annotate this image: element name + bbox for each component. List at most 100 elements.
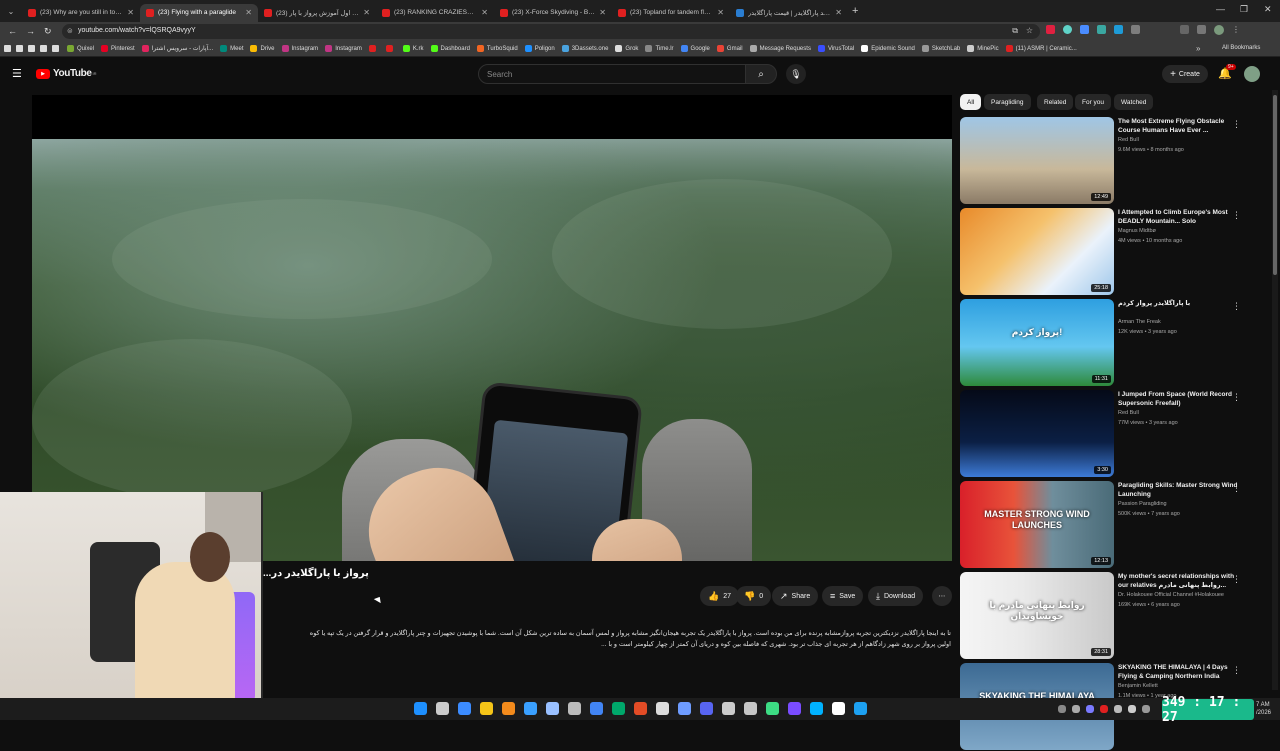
more-options-icon[interactable]: ⋮ [1232,665,1241,676]
dislike-button[interactable]: 👎 0 [736,586,772,606]
bookmark-item[interactable]: Quixel [67,45,94,52]
taskbar-app-icon[interactable] [810,702,823,715]
browser-tab[interactable]: (23) Why are you still in touch ✕ [22,4,140,22]
recommended-title[interactable]: I Jumped From Space (World Record Supers… [1118,390,1246,408]
bookmark-item[interactable]: K.rk [402,45,424,52]
video-thumbnail[interactable]: 3:30 [960,390,1114,477]
extension-icon[interactable] [1080,25,1089,34]
tray-icon[interactable] [1114,705,1122,713]
recommended-video[interactable]: روابط پنهانی مادرم با خویشاوندان 28:31 My … [960,572,1260,660]
minimize-icon[interactable]: — [1216,4,1225,14]
taskbar-app-icon[interactable] [634,702,647,715]
browser-tab[interactable]: (23) Topland for tandem fly #p ✕ [612,4,730,22]
back-icon[interactable]: ← [8,26,17,36]
create-button[interactable]: + Create [1162,65,1208,83]
recommended-title[interactable]: SKYAKING THE HIMALAYA | 4 Days Flying & … [1118,663,1246,681]
bookmark-item[interactable]: Message Requests [749,45,811,52]
bookmark-item[interactable]: Pinterest [101,45,135,52]
profile-avatar[interactable] [1214,25,1224,35]
more-actions-button[interactable]: ⋯ [932,586,952,606]
tab-search-icon[interactable]: ⌄ [0,2,22,20]
downloads-icon[interactable] [1180,25,1189,34]
browser-tab[interactable]: (23) جلسه اول آموزش پرواز با پار ✕ [258,4,376,22]
browser-tab[interactable]: (23) Flying with a paraglide ✕ [140,3,258,22]
recommended-title[interactable]: My mother's secret relationships with ou… [1118,572,1246,590]
bookmark-item[interactable] [385,45,396,52]
like-button[interactable]: 👍 27 [700,586,740,606]
bookmark-item[interactable]: (11) ASMR | Ceramic... [1005,45,1077,52]
filter-chip[interactable]: Paragliding [984,94,1031,110]
bookmark-item[interactable]: Grok [615,45,638,52]
video-description[interactable]: تا به اینجا پاراگلایدر نزدیکترین تجربه پ… [263,628,951,668]
app-icon[interactable] [40,45,47,52]
sidebar-icon[interactable] [1197,25,1206,34]
close-window-icon[interactable]: ✕ [1264,4,1272,15]
bookmark-item[interactable]: Meet [220,45,243,52]
tray-icon[interactable] [1128,705,1136,713]
taskbar-app-icon[interactable] [722,702,735,715]
app-icon[interactable] [52,45,59,52]
tab-close-icon[interactable]: ✕ [481,8,488,17]
site-info-icon[interactable]: ⊜ [67,27,73,35]
recommended-title[interactable]: I Attempted to Climb Europe's Most DEADL… [1118,208,1246,226]
channel-name[interactable]: Dr. Holakouee Official Channel #Holakoue… [1118,592,1246,598]
video-thumbnail[interactable]: پرواز کردم! 11:31 [960,299,1114,386]
channel-name[interactable]: Arman The Freak [1118,319,1246,325]
extension-icon[interactable] [1114,25,1123,34]
tab-close-icon[interactable]: ✕ [835,8,842,17]
bookmark-item[interactable]: TurboSquid [476,45,518,52]
voice-search-button[interactable]: 🎙 [786,64,806,84]
bookmark-item[interactable]: Time.lr [645,45,674,52]
bookmark-item[interactable]: Drive [250,45,275,52]
extension-icon[interactable] [1046,25,1055,34]
extension-icon[interactable] [1063,25,1072,34]
taskbar-app-icon[interactable] [546,702,559,715]
bookmark-star-icon[interactable]: ☆ [1026,26,1033,35]
tab-close-icon[interactable]: ✕ [363,8,370,17]
app-icon[interactable] [4,45,11,52]
taskbar-app-icon[interactable] [480,702,493,715]
save-button[interactable]: ≡ Save [822,586,864,606]
download-button[interactable]: ⤓ Download [868,586,924,606]
app-icon[interactable] [16,45,23,52]
recommended-video[interactable]: MASTER STRONG WIND LAUNCHES 12:13 Paraglid… [960,481,1260,569]
taskbar-app-icon[interactable] [854,702,867,715]
tray-icon[interactable] [1142,705,1150,713]
channel-name[interactable]: Red Bull [1118,410,1246,416]
bookmark-item[interactable]: Dashboard [430,45,470,52]
bookmark-item[interactable]: Poligon [524,45,555,52]
video-thumbnail[interactable]: 25:18 [960,208,1114,295]
bookmark-item[interactable]: Instagram [281,45,318,52]
taskbar-app-icon[interactable] [568,702,581,715]
forward-icon[interactable]: → [26,26,35,36]
recommended-video[interactable]: پرواز کردم! 11:31 با پاراگلایدر پرواز کردم… [960,299,1260,387]
taskbar-app-icon[interactable] [524,702,537,715]
tray-icon[interactable] [1072,705,1080,713]
more-options-icon[interactable]: ⋮ [1232,301,1241,312]
reload-icon[interactable]: ↻ [44,26,52,37]
recommended-title[interactable]: با پاراگلایدر پرواز کردم [1118,299,1246,308]
taskbar-app-icon[interactable] [700,702,713,715]
bookmark-item[interactable] [368,45,379,52]
bookmark-item[interactable]: Instagram [325,45,362,52]
taskbar-app-icon[interactable] [656,702,669,715]
bookmark-item[interactable]: SketchLab [921,45,960,52]
video-thumbnail[interactable]: روابط پنهانی مادرم با خویشاوندان 28:31 [960,572,1114,659]
more-options-icon[interactable]: ⋮ [1232,574,1241,585]
bookmark-item[interactable]: VirusTotal [817,45,854,52]
more-options-icon[interactable]: ⋮ [1232,119,1241,130]
bookmark-item[interactable]: Epidemic Sound [861,45,915,52]
cast-icon[interactable]: ⧉ [1012,26,1018,36]
channel-name[interactable]: Red Bull [1118,137,1246,143]
menu-kebab-icon[interactable]: ⋮ [1232,25,1240,35]
tray-icon[interactable] [1086,705,1094,713]
more-bookmarks-icon[interactable]: » [1196,44,1200,53]
channel-name[interactable]: Benjamin Kellett [1118,683,1246,689]
taskbar-app-icon[interactable] [436,702,449,715]
search-input[interactable]: Search [478,64,746,84]
channel-name[interactable]: Magnus Midtbø [1118,228,1246,234]
search-button[interactable]: ⌕ [745,64,777,84]
new-tab-button[interactable]: + [852,5,858,17]
more-options-icon[interactable]: ⋮ [1232,210,1241,221]
share-button[interactable]: ↗ Share [772,586,819,606]
